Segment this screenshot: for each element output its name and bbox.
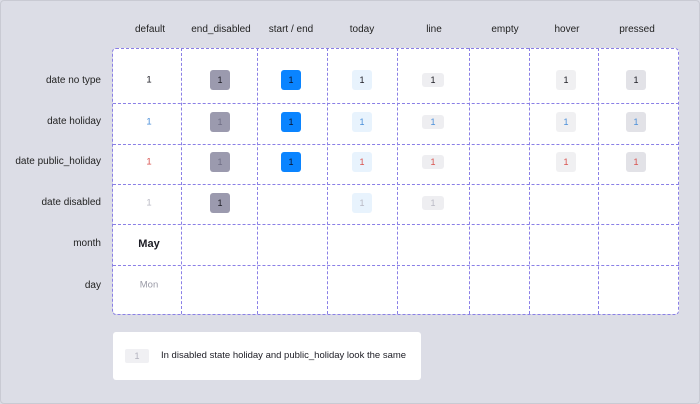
col-header-line: line <box>426 24 442 35</box>
col-header-pressed: pressed <box>619 24 655 35</box>
col-header-hover: hover <box>554 24 580 35</box>
cell-line-public-holiday[interactable]: 1 <box>422 155 444 169</box>
cell-end-disabled-public-holiday[interactable]: 1 <box>210 152 230 172</box>
cell-default-day: Mon <box>139 279 159 291</box>
cell-pressed-no-type[interactable]: 1 <box>626 70 646 90</box>
cell-start-end-holiday[interactable]: 1 <box>281 112 301 132</box>
cell-today-holiday[interactable]: 1 <box>352 112 372 132</box>
row-header-date-disabled: date disabled <box>41 197 102 208</box>
note-box: 1 In disabled state holiday and public_h… <box>113 332 421 380</box>
cell-line-disabled: 1 <box>422 196 444 210</box>
cell-start-end-public-holiday[interactable]: 1 <box>281 152 301 172</box>
grid-outline <box>112 48 679 315</box>
cell-today-public-holiday[interactable]: 1 <box>352 152 372 172</box>
row-header-date-no-type: date no type <box>45 75 101 86</box>
cell-line-no-type[interactable]: 1 <box>422 73 444 87</box>
cell-default-no-type[interactable]: 1 <box>146 75 151 86</box>
row-header-date-holiday: date holiday <box>47 116 101 127</box>
cell-line-holiday[interactable]: 1 <box>422 115 444 129</box>
cell-end-disabled-holiday[interactable]: 1 <box>210 112 230 132</box>
cell-end-disabled-no-type[interactable]: 1 <box>210 70 230 90</box>
cell-default-disabled: 1 <box>146 197 152 209</box>
cell-default-month[interactable]: May <box>138 238 159 250</box>
row-header-day: day <box>84 280 101 291</box>
row-header-date-public-holiday: date public_holiday <box>15 156 101 167</box>
cell-hover-public-holiday[interactable]: 1 <box>556 152 576 172</box>
row-header-month: month <box>73 238 101 249</box>
cell-pressed-public-holiday[interactable]: 1 <box>626 152 646 172</box>
cell-today-disabled: 1 <box>352 193 372 213</box>
cell-today-no-type[interactable]: 1 <box>352 70 372 90</box>
cell-pressed-holiday[interactable]: 1 <box>626 112 646 132</box>
cell-default-public-holiday[interactable]: 1 <box>146 157 151 168</box>
cell-start-end-no-type[interactable]: 1 <box>281 70 301 90</box>
col-header-default: default <box>134 24 166 35</box>
cell-hover-no-type[interactable]: 1 <box>556 70 576 90</box>
cell-default-holiday[interactable]: 1 <box>146 117 151 128</box>
col-header-today: today <box>349 24 375 35</box>
col-header-start-end: start / end <box>268 24 314 35</box>
note-disabled-chip: 1 <box>125 349 149 363</box>
col-header-end-disabled: end_disabled <box>191 24 251 35</box>
cell-end-disabled-disabled: 1 <box>210 193 230 213</box>
cell-hover-holiday[interactable]: 1 <box>556 112 576 132</box>
note-text: In disabled state holiday and public_hol… <box>161 350 407 361</box>
